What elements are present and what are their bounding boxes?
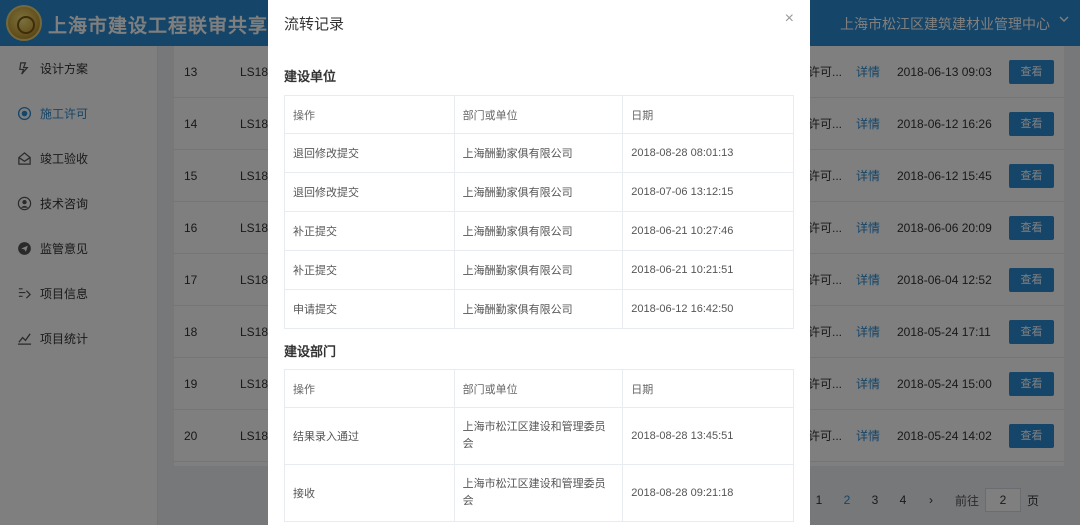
cell-date: 2018-08-28 08:01:13 — [622, 133, 794, 173]
cell-dept: 上海酬勤家俱有限公司 — [453, 172, 624, 212]
section-title-construction-unit: 建设单位 — [284, 69, 337, 84]
col-header-dept: 部门或单位 — [453, 369, 624, 408]
cell-action: 补正提交 — [284, 211, 455, 251]
cell-dept: 上海酬勤家俱有限公司 — [453, 211, 624, 251]
table-row: 接收 上海市松江区建设和管理委员会 2018-08-28 09:21:18 — [284, 464, 794, 522]
construction-dept-table: 操作 部门或单位 日期 结果录入通过 上海市松江区建设和管理委员会 2018-0… — [284, 369, 794, 522]
table-row: 退回修改提交 上海酬勤家俱有限公司 2018-08-28 08:01:13 — [284, 133, 794, 173]
cell-date: 2018-07-06 13:12:15 — [622, 172, 794, 212]
close-icon[interactable]: × — [785, 10, 794, 28]
cell-dept: 上海酬勤家俱有限公司 — [453, 289, 624, 329]
col-header-dept: 部门或单位 — [453, 95, 624, 134]
col-header-date: 日期 — [622, 95, 794, 134]
cell-dept: 上海市松江区建设和管理委员会 — [453, 464, 624, 522]
cell-dept: 上海酬勤家俱有限公司 — [453, 250, 624, 290]
flow-record-dialog: 流转记录 × 建设单位 操作 部门或单位 日期 退回修改提交 上海酬勤家俱有限公… — [268, 0, 810, 525]
col-header-action: 操作 — [284, 369, 455, 408]
table-header-row: 操作 部门或单位 日期 — [284, 95, 794, 134]
table-row: 补正提交 上海酬勤家俱有限公司 2018-06-21 10:21:51 — [284, 250, 794, 290]
cell-action: 退回修改提交 — [284, 172, 455, 212]
construction-unit-table: 操作 部门或单位 日期 退回修改提交 上海酬勤家俱有限公司 2018-08-28… — [284, 95, 794, 329]
cell-action: 退回修改提交 — [284, 133, 455, 173]
cell-action: 补正提交 — [284, 250, 455, 290]
cell-date: 2018-08-28 13:45:51 — [622, 407, 794, 465]
cell-date: 2018-06-12 16:42:50 — [622, 289, 794, 329]
dialog-title: 流转记录 — [284, 16, 345, 33]
col-header-action: 操作 — [284, 95, 455, 134]
cell-dept: 上海市松江区建设和管理委员会 — [453, 407, 624, 465]
table-row: 申请提交 上海酬勤家俱有限公司 2018-06-12 16:42:50 — [284, 289, 794, 329]
table-row: 退回修改提交 上海酬勤家俱有限公司 2018-07-06 13:12:15 — [284, 172, 794, 212]
cell-date: 2018-06-21 10:21:51 — [622, 250, 794, 290]
table-header-row: 操作 部门或单位 日期 — [284, 369, 794, 408]
col-header-date: 日期 — [622, 369, 794, 408]
cell-action: 结果录入通过 — [284, 407, 455, 465]
table-row: 结果录入通过 上海市松江区建设和管理委员会 2018-08-28 13:45:5… — [284, 407, 794, 465]
cell-date: 2018-06-21 10:27:46 — [622, 211, 794, 251]
cell-dept: 上海酬勤家俱有限公司 — [453, 133, 624, 173]
table-row: 补正提交 上海酬勤家俱有限公司 2018-06-21 10:27:46 — [284, 211, 794, 251]
cell-action: 接收 — [284, 464, 455, 522]
section-title-construction-dept: 建设部门 — [284, 344, 337, 359]
cell-action: 申请提交 — [284, 289, 455, 329]
cell-date: 2018-08-28 09:21:18 — [622, 464, 794, 522]
